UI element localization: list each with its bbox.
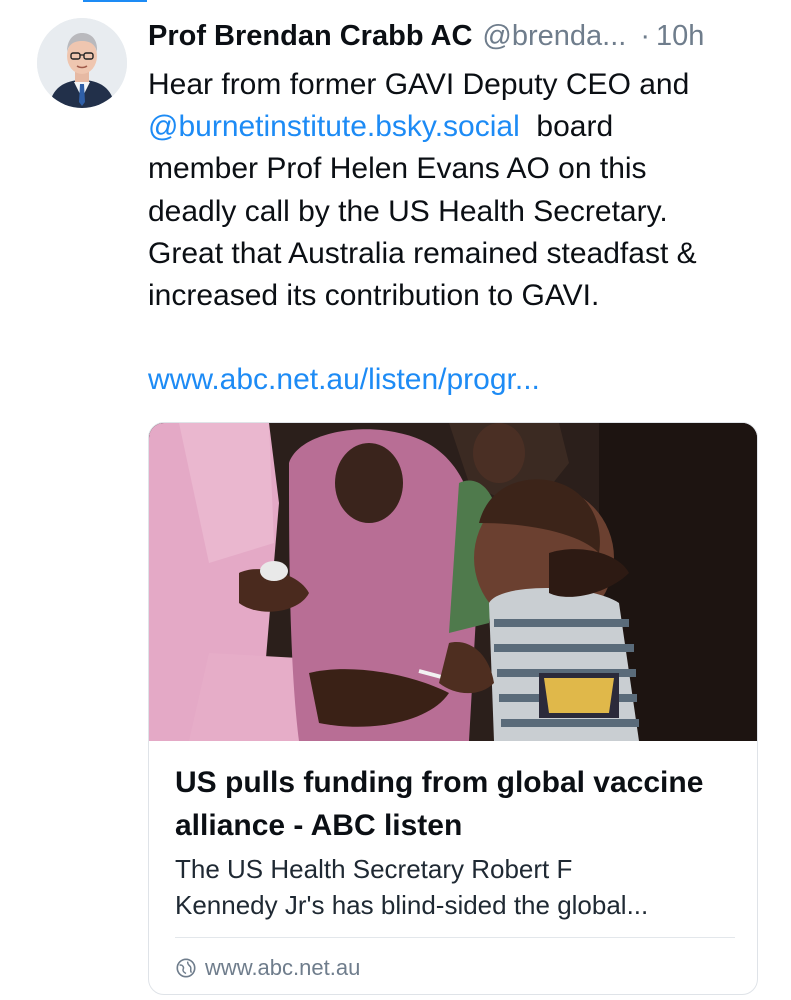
post-text-line: increased its contribution to GAVI. — [148, 279, 600, 313]
card-title-line: US pulls funding from global vaccine — [175, 766, 704, 799]
post[interactable]: Prof Brendan Crabb AC @brenda... · 10h H… — [0, 0, 791, 1000]
post-text: Hear from former GAVI Deputy CEO and @bu… — [148, 64, 778, 402]
card-description: The US Health Secretary Robert F Kennedy… — [175, 851, 745, 923]
post-text-line: @burnetinstitute.bsky.social board — [148, 106, 778, 148]
post-text-fragment: board — [536, 110, 614, 144]
card-title-line: alliance - ABC listen — [175, 809, 463, 842]
author-display-name[interactable]: Prof Brendan Crabb AC — [148, 20, 472, 53]
post-text-line: deadly call by the US Health Secretary. — [148, 194, 668, 228]
author-handle[interactable]: @brenda... — [482, 20, 626, 53]
post-text-line: member Prof Helen Evans AO on this — [148, 152, 647, 186]
card-divider — [175, 937, 735, 938]
card-title[interactable]: US pulls funding from global vaccine all… — [175, 761, 745, 847]
card-thumbnail[interactable] — [149, 423, 757, 741]
post-text-line: Great that Australia remained steadfast … — [148, 236, 697, 270]
post-text-blank-line — [148, 317, 778, 359]
external-link[interactable]: www.abc.net.au/listen/progr... — [148, 359, 778, 401]
separator-dot: · — [640, 19, 650, 52]
post-header: Prof Brendan Crabb AC @brenda... · 10h — [148, 14, 768, 58]
card-thumbnail-image — [149, 423, 757, 741]
card-domain: www.abc.net.au — [205, 955, 361, 980]
globe-icon — [176, 958, 196, 978]
card-description-line: Kennedy Jr's has blind-sided the global.… — [175, 890, 649, 920]
post-timestamp[interactable]: 10h — [656, 20, 704, 53]
card-description-line: The US Health Secretary Robert F — [175, 854, 573, 884]
link-preview-card[interactable]: US pulls funding from global vaccine all… — [148, 422, 758, 995]
avatar[interactable] — [37, 18, 127, 108]
mention-link[interactable]: @burnetinstitute.bsky.social — [148, 110, 520, 143]
card-domain-row: www.abc.net.au — [175, 951, 360, 985]
post-text-line: Hear from former GAVI Deputy CEO and — [148, 68, 690, 101]
avatar-image — [37, 18, 127, 108]
